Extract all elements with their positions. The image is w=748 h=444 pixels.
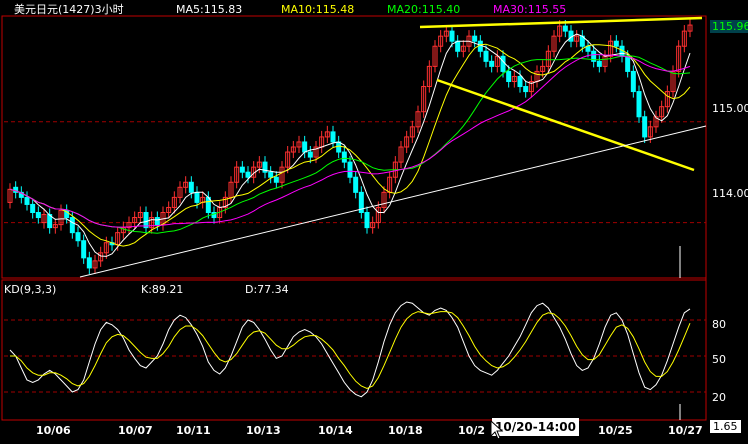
x-tick: 10/14 <box>318 424 353 437</box>
k-line <box>9 301 691 398</box>
candle-body <box>239 166 245 173</box>
candle-body <box>273 176 279 183</box>
candle-body <box>636 91 642 118</box>
candle-body <box>30 203 36 213</box>
candle-body <box>523 86 529 93</box>
price-pane-frame <box>1 15 707 279</box>
candle-body <box>472 35 478 42</box>
ma20-line <box>9 55 691 234</box>
candle-body <box>517 75 523 88</box>
candle-body <box>24 196 30 205</box>
candle-body <box>596 60 602 67</box>
kd-tick-80: 80 <box>712 318 726 331</box>
x-tick: 10/25 <box>598 424 633 437</box>
x-tick: 10/07 <box>118 424 153 437</box>
ma30-line <box>9 54 691 228</box>
x-tick: 10/27 <box>668 424 703 437</box>
candle-body <box>625 55 631 72</box>
candle-body <box>642 116 648 138</box>
candle-body <box>302 141 308 153</box>
price-tick-114: 114.00 <box>712 187 748 200</box>
ma30-label: MA30:115.55 <box>493 3 567 16</box>
chart-canvas <box>1 15 707 421</box>
candle-body <box>69 217 75 234</box>
candle-body <box>330 131 336 143</box>
candle-body <box>336 141 342 153</box>
candle-body <box>506 70 512 83</box>
x-tick: 10/18 <box>388 424 423 437</box>
kd-tick-50: 50 <box>712 353 726 366</box>
candle-body <box>307 151 313 158</box>
candle-body <box>81 240 87 259</box>
mouse-cursor-icon <box>490 420 504 440</box>
x-tick: 10/13 <box>246 424 281 437</box>
k-value: K:89.21 <box>141 283 184 296</box>
candle-body <box>341 151 347 163</box>
kd-tick-20: 20 <box>712 391 726 404</box>
candle-body <box>75 232 81 242</box>
candle-body <box>455 40 461 52</box>
symbol-label: 美元日元(1427)3小时 <box>14 3 124 16</box>
d-line <box>10 311 691 389</box>
candle-body <box>483 50 489 62</box>
x-tick: 10/2 <box>458 424 485 437</box>
candle-body <box>347 161 353 178</box>
candle-body <box>245 171 251 178</box>
candle-body <box>188 181 194 193</box>
cursor-time-label: 10/20-14:00 <box>492 418 579 436</box>
ma10-line <box>9 43 691 247</box>
channel-trend-line <box>436 78 695 172</box>
candle-body <box>364 212 370 229</box>
kd-title: KD(9,3,3) <box>4 283 57 296</box>
candle-body <box>35 212 41 219</box>
candle-body <box>154 217 160 226</box>
price-tick-115: 115.00 <box>712 102 748 115</box>
kd-pane-frame <box>1 279 707 421</box>
candle-body <box>353 176 359 193</box>
ma20-label: MA20:115.40 <box>387 3 461 16</box>
d-value: D:77.34 <box>245 283 289 296</box>
candle-body <box>562 25 568 32</box>
ma5-label: MA5:115.83 <box>176 3 243 16</box>
candle-body <box>500 55 506 72</box>
candle-body <box>143 212 149 229</box>
ma10-label: MA10:115.48 <box>281 3 355 16</box>
candle-body <box>630 70 636 93</box>
candle-body <box>449 30 455 42</box>
candle-body <box>268 171 274 178</box>
x-tick: 10/11 <box>176 424 211 437</box>
candle-body <box>613 40 619 47</box>
candle-body <box>86 257 92 269</box>
x-tick: 10/06 <box>36 424 71 437</box>
candle-body <box>194 191 200 203</box>
candle-body <box>489 60 495 67</box>
price-badge: 115.96 <box>710 20 748 33</box>
kd-badge: 1.65 <box>710 420 741 433</box>
chart-window: 美元日元(1427)3小时 MA5:115.83 MA10:115.48 MA2… <box>0 0 748 444</box>
